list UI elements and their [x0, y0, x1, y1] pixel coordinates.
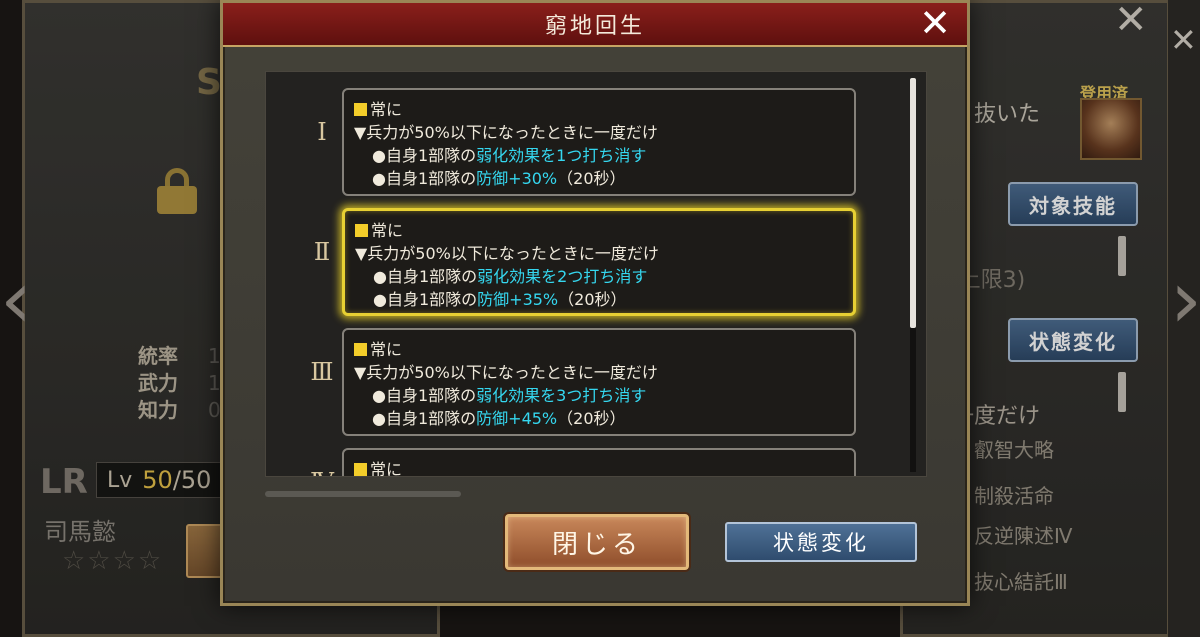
condition-text: 常に [371, 221, 404, 240]
effect-text: ●自身1部隊の [372, 169, 477, 188]
effect-duration: （20秒） [557, 409, 626, 428]
scrollbar-thumb[interactable] [910, 78, 916, 328]
level-row: Ⅰ 常に ▼兵力が50%以下になったときに一度だけ ●自身1部隊の弱化効果を1つ… [266, 88, 906, 200]
level-row: Ⅱ 常に ▼兵力が50%以下になったときに一度だけ ●自身1部隊の弱化効果を2つ… [266, 208, 906, 320]
dialog-title: 窮地回生 [544, 14, 645, 39]
level-card[interactable]: 常に [342, 448, 856, 477]
skill-level-list[interactable]: Ⅰ 常に ▼兵力が50%以下になったときに一度だけ ●自身1部隊の弱化効果を1つ… [265, 71, 927, 477]
effect-highlight: 弱化効果を3つ打ち消す [476, 386, 647, 405]
level-card[interactable]: 常に ▼兵力が50%以下になったときに一度だけ ●自身1部隊の弱化効果を3つ打ち… [342, 328, 856, 436]
trigger-text: ▼兵力が50%以下になったときに一度だけ [354, 123, 658, 142]
effect-highlight: 防御+35% [477, 290, 559, 309]
trigger-text: ▼兵力が50%以下になったときに一度だけ [354, 363, 658, 382]
effect-highlight: 防御+30% [476, 169, 558, 188]
effect-highlight: 弱化効果を1つ打ち消す [476, 146, 647, 165]
effect-text: ●自身1部隊の [373, 267, 478, 286]
effect-highlight: 防御+45% [476, 409, 558, 428]
condition-square-icon [354, 463, 367, 476]
level-numeral: Ⅳ [302, 468, 342, 476]
level-row: Ⅲ 常に ▼兵力が50%以下になったときに一度だけ ●自身1部隊の弱化効果を3つ… [266, 328, 906, 440]
condition-text: 常に [370, 340, 403, 359]
skill-detail-dialog: 窮地回生 ✕ Ⅰ 常に ▼兵力が50%以下になったときに一度だけ ●自身1部隊の… [220, 0, 970, 606]
level-card-selected[interactable]: 常に ▼兵力が50%以下になったときに一度だけ ●自身1部隊の弱化効果を2つ打ち… [342, 208, 856, 316]
list-progress-bar [265, 491, 461, 497]
dialog-title-bar: 窮地回生 [223, 3, 967, 47]
level-card[interactable]: 常に ▼兵力が50%以下になったときに一度だけ ●自身1部隊の弱化効果を1つ打ち… [342, 88, 856, 196]
condition-square-icon [355, 224, 368, 237]
effect-duration: （20秒） [558, 290, 627, 309]
effect-highlight: 弱化効果を2つ打ち消す [477, 267, 648, 286]
condition-square-icon [354, 103, 367, 116]
condition-text: 常に [370, 100, 403, 119]
effect-text: ●自身1部隊の [372, 386, 477, 405]
state-change-button[interactable]: 状態変化 [725, 522, 917, 562]
effect-text: ●自身1部隊の [372, 409, 477, 428]
close-icon[interactable]: ✕ [917, 4, 953, 42]
close-button[interactable]: 閉じる [505, 514, 689, 570]
effect-text: ●自身1部隊の [372, 146, 477, 165]
effect-text: ●自身1部隊の [373, 290, 478, 309]
condition-square-icon [354, 343, 367, 356]
level-numeral: Ⅰ [317, 118, 327, 146]
level-numeral: Ⅱ [313, 238, 331, 266]
condition-text: 常に [370, 460, 403, 477]
level-row: Ⅳ 常に [266, 448, 906, 477]
effect-duration: （20秒） [557, 169, 626, 188]
trigger-text: ▼兵力が50%以下になったときに一度だけ [355, 244, 659, 263]
level-numeral: Ⅲ [310, 358, 334, 386]
